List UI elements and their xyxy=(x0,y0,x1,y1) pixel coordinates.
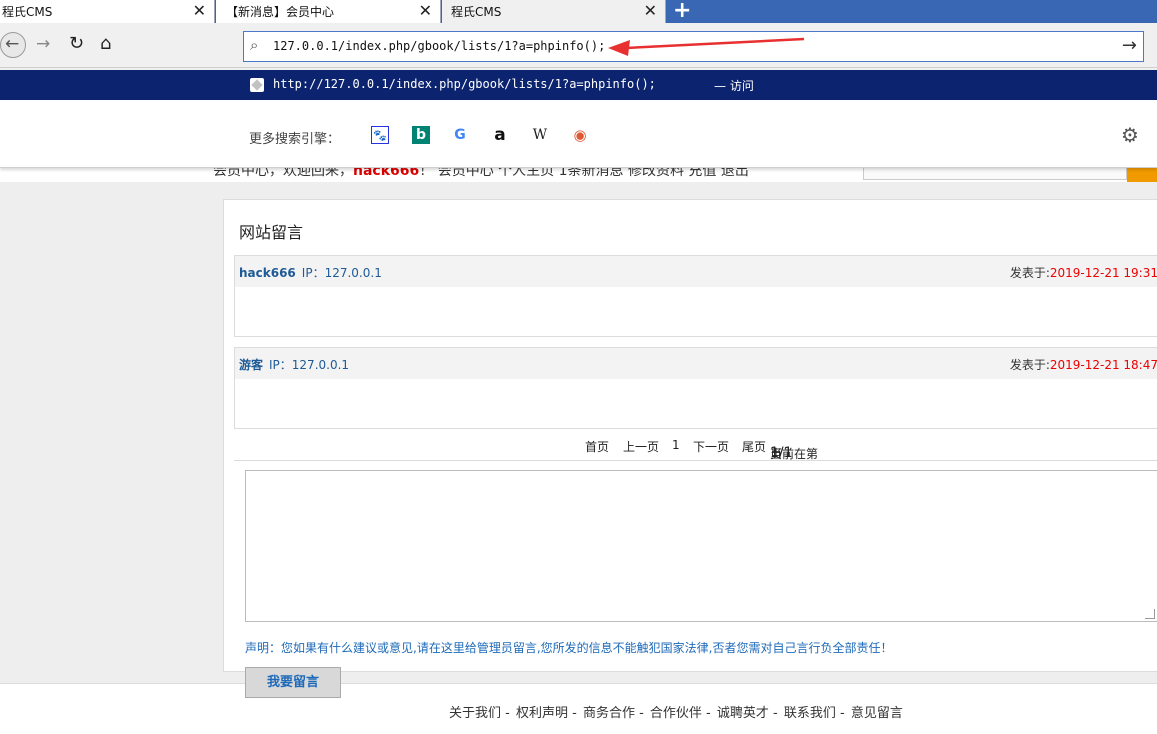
topbar-text: 会员中心，欢迎回来，hack666！ 会员中心 个人主页 1条新消息 修改资料 … xyxy=(213,168,749,180)
annotation-arrow-icon xyxy=(608,37,805,56)
message-item: hack666 IP：127.0.0.1 发表于:2019-12-21 19:31 xyxy=(234,255,1157,337)
footer: 关于我们 - 权利声明 - 商务合作 - 合作伙伴 - 诚聘英才 - 联系我们 … xyxy=(0,683,1157,734)
date-value: 2019-12-21 19:31 xyxy=(1049,266,1157,280)
date-label: 发表于: xyxy=(1009,266,1050,280)
message-header: hack666 IP：127.0.0.1 发表于:2019-12-21 19:31 xyxy=(235,256,1157,287)
close-icon[interactable]: ✕ xyxy=(644,1,657,20)
message-textarea[interactable] xyxy=(245,470,1157,622)
close-icon[interactable]: ✕ xyxy=(193,1,206,20)
message-item: 游客 IP：127.0.0.1 发表于:2019-12-21 18:47 xyxy=(234,347,1157,429)
baidu-icon[interactable]: 🐾 xyxy=(371,126,389,144)
tab-member-center[interactable]: 【新消息】会员中心 ✕ xyxy=(216,0,441,23)
footer-link-jobs[interactable]: 诚聘英才 - xyxy=(717,706,778,721)
close-icon[interactable]: ✕ xyxy=(419,1,432,20)
date-label: 发表于: xyxy=(1009,358,1050,372)
globe-icon xyxy=(250,78,264,92)
submit-message-button[interactable]: 我要留言 xyxy=(245,667,341,698)
resize-handle-icon[interactable] xyxy=(1145,609,1155,619)
pager-first[interactable]: 首页 xyxy=(585,438,609,455)
site-search-input[interactable] xyxy=(863,168,1127,180)
search-engines-panel: 更多搜索引擎： 🐾 b G a W ◉ ⚙ xyxy=(0,100,1157,168)
welcome-text: 会员中心，欢迎回来， xyxy=(213,168,353,179)
gear-icon[interactable]: ⚙ xyxy=(1121,123,1139,147)
message-date: 发表于:2019-12-21 18:47 xyxy=(1010,356,1157,373)
pager-status-suffix: 页 xyxy=(770,447,783,461)
duckduckgo-icon[interactable]: ◉ xyxy=(571,126,589,144)
pagination: 首页 上一页 1 下一页 尾页 当前在第 1/1 页 xyxy=(234,428,1157,461)
message-author: hack666 IP：127.0.0.1 xyxy=(239,264,382,281)
go-arrow-icon[interactable]: → xyxy=(1122,35,1137,56)
tab-title: 程氏CMS xyxy=(2,5,53,19)
message-date: 发表于:2019-12-21 19:31 xyxy=(1010,264,1157,281)
footer-link-contact[interactable]: 联系我们 - xyxy=(784,706,845,721)
engines-label: 更多搜索引擎： xyxy=(249,132,341,147)
footer-link-business[interactable]: 商务合作 - xyxy=(583,706,644,721)
web-page: 会员中心，欢迎回来，hack666！ 会员中心 个人主页 1条新消息 修改资料 … xyxy=(0,168,1157,734)
navigation-bar: ← → ↻ ⌂ ⌕ 127.0.0.1/index.php/gbook/list… xyxy=(0,23,1157,68)
bing-icon[interactable]: b xyxy=(412,126,430,144)
pager-last[interactable]: 尾页 xyxy=(742,438,766,455)
pager-current: 1 xyxy=(672,438,680,452)
author-ip: IP：127.0.0.1 xyxy=(269,358,350,372)
new-tab-plus-icon[interactable]: + xyxy=(673,0,691,23)
home-icon[interactable]: ⌂ xyxy=(100,33,111,54)
member-topbar: 会员中心，欢迎回来，hack666！ 会员中心 个人主页 1条新消息 修改资料 … xyxy=(0,168,1157,182)
forward-arrow-icon[interactable]: → xyxy=(36,34,50,54)
wikipedia-icon[interactable]: W xyxy=(531,126,549,144)
message-header: 游客 IP：127.0.0.1 发表于:2019-12-21 18:47 xyxy=(235,348,1157,379)
address-url[interactable]: 127.0.0.1/index.php/gbook/lists/1?a=phpi… xyxy=(273,39,605,53)
footer-link-feedback[interactable]: 意见留言 xyxy=(851,706,903,721)
tab-chengshi-cms-active[interactable]: 程氏CMS ✕ xyxy=(442,0,666,23)
tab-strip: 程氏CMS ✕ 【新消息】会员中心 ✕ 程氏CMS ✕ + xyxy=(0,0,1157,23)
author-ip: IP：127.0.0.1 xyxy=(301,266,382,280)
url-suggestion[interactable]: http://127.0.0.1/index.php/gbook/lists/1… xyxy=(0,70,1157,100)
guestbook-panel: 网站留言 hack666 IP：127.0.0.1 发表于:2019-12-21 … xyxy=(223,199,1157,672)
suggestion-url: http://127.0.0.1/index.php/gbook/lists/1… xyxy=(273,77,656,91)
google-icon[interactable]: G xyxy=(451,126,469,144)
suggestion-action: — 访问 xyxy=(714,79,754,93)
date-value: 2019-12-21 18:47 xyxy=(1049,358,1157,372)
author-name: hack666 xyxy=(239,266,296,280)
search-icon: ⌕ xyxy=(250,36,259,54)
footer-link-about[interactable]: 关于我们 - xyxy=(449,706,510,721)
site-search-button[interactable] xyxy=(1127,168,1157,182)
tab-title: 程氏CMS xyxy=(451,5,502,19)
footer-links: 关于我们 - 权利声明 - 商务合作 - 合作伙伴 - 诚聘英才 - 联系我们 … xyxy=(449,702,905,721)
pager-next[interactable]: 下一页 xyxy=(693,438,729,455)
tab-chengshi-cms-1[interactable]: 程氏CMS ✕ xyxy=(0,0,215,23)
amazon-icon[interactable]: a xyxy=(491,126,509,144)
author-name: 游客 xyxy=(239,358,264,372)
reload-icon[interactable]: ↻ xyxy=(69,33,84,54)
username[interactable]: hack666 xyxy=(353,168,419,179)
tab-title: 【新消息】会员中心 xyxy=(226,5,335,19)
topbar-links[interactable]: ！ 会员中心 个人主页 1条新消息 修改资料 充值 退出 xyxy=(419,168,749,179)
footer-link-rights[interactable]: 权利声明 - xyxy=(516,706,577,721)
message-author: 游客 IP：127.0.0.1 xyxy=(239,356,349,373)
page-title: 网站留言 xyxy=(239,223,304,242)
back-arrow-icon: ← xyxy=(5,34,20,54)
footer-link-partners[interactable]: 合作伙伴 - xyxy=(650,706,711,721)
pager-prev[interactable]: 上一页 xyxy=(623,438,659,455)
disclaimer: 声明：您如果有什么建议或意见,请在这里给管理员留言,您所发的信息不能触犯国家法律… xyxy=(245,641,893,655)
